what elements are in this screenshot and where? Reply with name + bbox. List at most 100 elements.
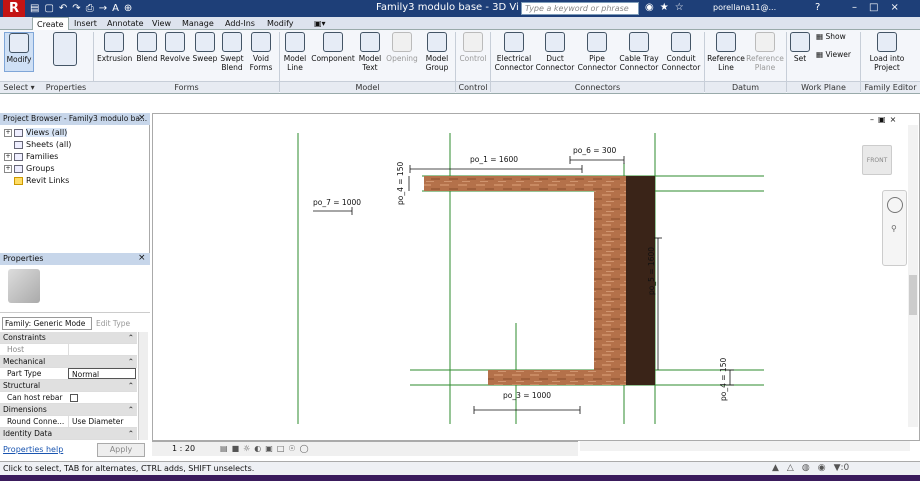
maximize-icon[interactable]: □ — [869, 2, 878, 13]
dimension-po-1[interactable]: po_1 = 1600 — [470, 155, 518, 164]
print-icon[interactable]: ⎙ — [86, 2, 94, 15]
vertical-scrollbar[interactable] — [908, 125, 918, 427]
dimension-po-5[interactable]: po_5 = 1600 — [647, 247, 656, 295]
help-icon[interactable]: ? — [815, 2, 820, 13]
electrical-connector-button[interactable]: Electrical Connector — [494, 32, 534, 72]
tree-item-sheets[interactable]: Sheets (all) — [4, 139, 71, 151]
expand-icon[interactable]: + — [4, 152, 12, 161]
ribbon-options-icon[interactable]: ▣▾ — [310, 17, 330, 30]
void-forms-button[interactable]: Void Forms — [247, 32, 275, 72]
cable-tray-connector-button[interactable]: Cable Tray Connector — [618, 32, 660, 72]
blend-button[interactable]: Blend — [133, 32, 161, 63]
opening-button[interactable]: Opening — [385, 32, 419, 63]
design-options-icon[interactable]: △ — [787, 463, 794, 473]
search-input[interactable]: Type a keyword or phrase — [521, 2, 639, 15]
tab-create[interactable]: Create — [32, 17, 69, 30]
properties-buttons[interactable] — [40, 32, 90, 68]
shadows-icon[interactable]: ◐ — [254, 444, 261, 453]
undo-icon[interactable]: ↶ — [59, 2, 67, 15]
load-into-project-button[interactable]: Load into Project — [863, 32, 911, 72]
model-group-button[interactable]: Model Group — [422, 32, 452, 72]
user-account[interactable]: porellana11@... — [713, 3, 776, 12]
part-type-field[interactable]: Normal — [68, 368, 136, 379]
visual-style-icon[interactable]: ■ — [232, 444, 240, 453]
horizontal-scrollbar[interactable] — [580, 441, 910, 451]
tab-modify[interactable]: Modify — [263, 17, 298, 30]
3d-view-icon[interactable]: ⊕ — [124, 2, 132, 15]
temporary-hide-icon[interactable]: ☉ — [288, 444, 295, 453]
round-connector-field[interactable]: Use Diameter — [68, 416, 136, 427]
viewcube[interactable]: FRONT — [862, 145, 892, 175]
conduit-connector-button[interactable]: Conduit Connector — [661, 32, 701, 72]
sun-path-icon[interactable]: ☼ — [243, 444, 250, 453]
revit-logo-button[interactable]: R — [3, 0, 25, 17]
tab-view[interactable]: View — [148, 17, 175, 30]
select-links-icon[interactable]: ◍ — [802, 463, 810, 473]
pipe-connector-button[interactable]: Pipe Connector — [577, 32, 617, 72]
duct-connector-button[interactable]: Duct Connector — [535, 32, 575, 72]
reference-plane-button[interactable]: Reference Plane — [746, 32, 784, 72]
web[interactable] — [594, 176, 629, 385]
modify-button[interactable]: Modify — [4, 32, 34, 72]
family-type-selector[interactable]: Family: Generic Mode — [2, 317, 92, 330]
subscription-icon[interactable]: ★ — [660, 2, 669, 13]
crop-view-icon[interactable]: □ — [277, 444, 285, 453]
tree-item-views[interactable]: + Views (all) — [4, 127, 68, 139]
binoculars-icon[interactable]: ◉ — [645, 2, 654, 13]
favorites-icon[interactable]: ☆ — [675, 2, 684, 13]
model-line-button[interactable]: Model Line — [282, 32, 308, 72]
redo-icon[interactable]: ↷ — [72, 2, 80, 15]
dimension-po-7[interactable]: po_7 = 1000 — [313, 198, 361, 207]
set-button[interactable]: Set — [789, 32, 811, 63]
control-button[interactable]: Control — [458, 32, 488, 63]
zoom-icon[interactable]: ⚲ — [891, 224, 897, 233]
dimension-po-4-bottom[interactable]: po_4 = 150 — [719, 358, 728, 401]
render-icon[interactable]: ▣ — [265, 444, 273, 453]
expand-icon[interactable]: + — [4, 128, 12, 137]
tab-addins[interactable]: Add-Ins — [221, 17, 259, 30]
model-text-button[interactable]: Model Text — [356, 32, 384, 72]
category-constraints[interactable]: Constraints ⌃ — [0, 332, 137, 344]
group-select[interactable]: Select ▾ — [0, 81, 38, 93]
component-button[interactable]: Component — [310, 32, 356, 63]
dimension-po-6[interactable]: po_6 = 300 — [573, 146, 616, 155]
sweep-button[interactable]: Sweep — [191, 32, 219, 63]
text-icon[interactable]: A — [112, 2, 119, 15]
show-button[interactable]: ▦ Show — [816, 32, 856, 41]
view-scale[interactable]: 1 : 20 — [172, 444, 195, 453]
can-host-rebar-checkbox[interactable] — [70, 394, 78, 402]
edit-type-button[interactable]: Edit Type — [96, 317, 130, 330]
category-structural[interactable]: Structural ⌃ — [0, 380, 137, 392]
apply-button[interactable]: Apply — [97, 443, 145, 457]
dimension-po-4-top[interactable]: po_4 = 150 — [396, 162, 405, 205]
category-mechanical[interactable]: Mechanical ⌃ — [0, 356, 137, 368]
tree-item-revit-links[interactable]: Revit Links — [4, 175, 69, 187]
save-icon[interactable]: ▢ — [44, 2, 53, 15]
detail-level-icon[interactable]: ▤ — [220, 444, 228, 453]
category-dimensions[interactable]: Dimensions ⌃ — [0, 404, 137, 416]
tab-insert[interactable]: Insert — [70, 17, 101, 30]
navigation-bar[interactable]: ⚲ — [882, 190, 907, 266]
filter-icon[interactable]: ▼:0 — [834, 463, 850, 473]
worksets-icon[interactable]: ▲ — [772, 463, 779, 473]
minimize-icon[interactable]: – — [852, 2, 857, 13]
properties-scrollbar[interactable] — [138, 332, 148, 440]
reference-line-button[interactable]: Reference Line — [707, 32, 745, 72]
tree-item-groups[interactable]: + Groups — [4, 163, 55, 175]
swept-blend-button[interactable]: Swept Blend — [219, 32, 245, 72]
category-identity-data[interactable]: Identity Data ⌃ — [0, 428, 137, 440]
properties-help-link[interactable]: Properties help — [3, 445, 63, 454]
tab-annotate[interactable]: Annotate — [103, 17, 148, 30]
measure-icon[interactable]: → — [99, 2, 107, 15]
close-icon[interactable]: × — [890, 115, 897, 124]
select-underlay-icon[interactable]: ◉ — [818, 463, 826, 473]
restore-icon[interactable]: ▣ — [878, 115, 886, 124]
minimize-icon[interactable]: – — [870, 115, 874, 124]
close-icon[interactable]: × — [890, 2, 898, 13]
steering-wheel-icon[interactable] — [887, 197, 903, 213]
close-icon[interactable]: × — [138, 253, 146, 263]
tree-item-families[interactable]: + Families — [4, 151, 58, 163]
extrusion-button[interactable]: Extrusion — [97, 32, 132, 63]
open-icon[interactable]: ▤ — [30, 2, 39, 15]
reveal-hidden-icon[interactable]: ◯ — [300, 444, 309, 453]
